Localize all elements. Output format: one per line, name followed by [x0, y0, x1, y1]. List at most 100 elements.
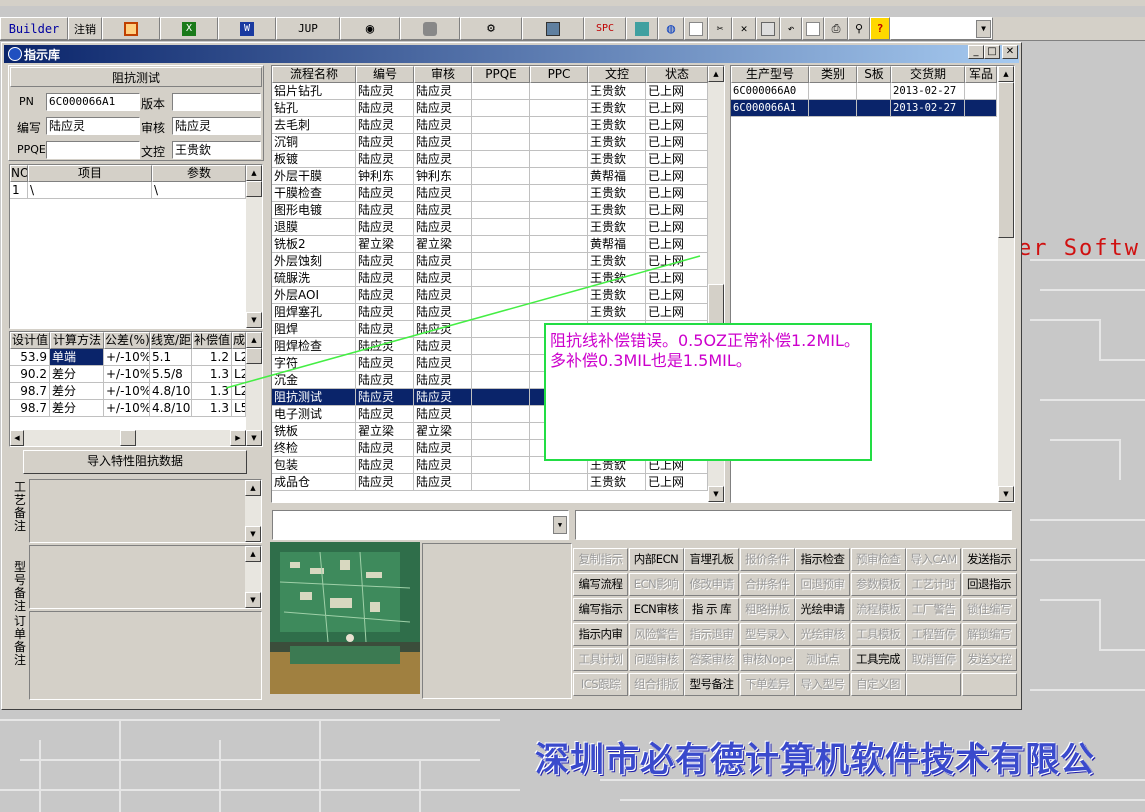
action-button[interactable]: 工具完成	[850, 648, 906, 671]
cut-icon[interactable]: ✂	[708, 17, 732, 40]
action-button[interactable]: 型号录入	[739, 623, 795, 646]
action-button[interactable]: 参数模板	[850, 573, 906, 596]
find-icon[interactable]: ⚲	[848, 17, 870, 40]
scroll-thumb[interactable]	[246, 348, 262, 364]
action-button[interactable]: 指示内审	[573, 623, 628, 646]
action-button[interactable]: 光绘申请	[795, 598, 850, 621]
chevron-down-icon[interactable]: ▼	[976, 19, 991, 38]
builder-button[interactable]: Builder	[0, 17, 68, 40]
model-vscroll[interactable]: ▲ ▼	[998, 66, 1014, 502]
action-button[interactable]: 光绘审核	[795, 623, 850, 646]
action-button[interactable]: 答案审核	[684, 648, 739, 671]
window-titlebar[interactable]: 指示库	[4, 45, 1019, 63]
action-button[interactable]: ECN审核	[628, 598, 684, 621]
main-menu-bar[interactable]	[0, 0, 1145, 6]
action-button[interactable]: 风险警告	[628, 623, 684, 646]
action-button[interactable]: 指示检查	[795, 548, 850, 571]
action-button[interactable]: ECN影响	[628, 573, 684, 596]
close-icon[interactable]: ✕	[1002, 45, 1018, 59]
excel-icon[interactable]: X	[160, 17, 218, 40]
print-icon[interactable]: ⎙	[824, 17, 848, 40]
table-row[interactable]: 1 \ \	[10, 182, 262, 199]
action-button[interactable]: ICS跟踪	[573, 673, 628, 696]
table-row[interactable]: 外层蚀刻 陆应灵 陆应灵 王贵欽 已上网	[272, 253, 724, 270]
pn-field[interactable]: 6C000066A1	[46, 93, 140, 111]
preview-icon[interactable]	[802, 17, 824, 40]
scroll-down-icon[interactable]: ▼	[246, 312, 262, 328]
doc-control-field[interactable]: 王贵欽	[172, 141, 261, 159]
action-button[interactable]: 组合排版	[628, 673, 684, 696]
action-button[interactable]: 内部ECN	[628, 548, 684, 571]
action-button[interactable]: 回退预审	[795, 573, 850, 596]
import-impedance-button[interactable]: 导入特性阻抗数据	[23, 450, 247, 474]
table-row[interactable]: 钻孔 陆应灵 陆应灵 王贵欽 已上网	[272, 100, 724, 117]
scroll-up-icon[interactable]: ▲	[998, 66, 1014, 82]
table-row[interactable]: 外层AOI 陆应灵 陆应灵 王贵欽 已上网	[272, 287, 724, 304]
action-button[interactable]	[961, 673, 1017, 696]
calculator-icon[interactable]	[626, 17, 658, 40]
action-button[interactable]: 合拼条件	[739, 573, 795, 596]
table-row[interactable]: 外层干膜 钟利东 钟利东 黄帮福 已上网	[272, 168, 724, 185]
table-row[interactable]: 6C000066A1 2013-02-27	[731, 100, 1014, 117]
action-button[interactable]: 解锁编写	[961, 623, 1017, 646]
spc-button[interactable]: SPC	[584, 17, 626, 40]
scroll-up-icon[interactable]: ▲	[245, 546, 261, 562]
action-button[interactable]: 盲埋孔板	[684, 548, 739, 571]
action-button[interactable]: 工具模板	[850, 623, 906, 646]
scroll-thumb[interactable]	[998, 82, 1014, 238]
action-button[interactable]: 导入型号	[795, 673, 850, 696]
author-field[interactable]: 陆应灵	[46, 117, 140, 135]
action-button[interactable]: 编写指示	[573, 598, 628, 621]
table-row[interactable]: 板镀 陆应灵 陆应灵 王贵欽 已上网	[272, 151, 724, 168]
table-row[interactable]: 6C000066A0 2013-02-27	[731, 83, 1014, 100]
action-button[interactable]: 指示退审	[684, 623, 739, 646]
table-row[interactable]: 铣板2 翟立梁 翟立梁 黄帮福 已上网	[272, 236, 724, 253]
table-row[interactable]: 干膜检查 陆应灵 陆应灵 王贵欽 已上网	[272, 185, 724, 202]
memo-vscroll[interactable]: ▲ ▼	[245, 480, 261, 542]
flow-note-combo[interactable]: ▼	[272, 510, 569, 540]
jup-button[interactable]: JUP	[276, 17, 340, 40]
action-button[interactable]: 锁住编写	[961, 598, 1017, 621]
action-button[interactable]: 复制指示	[573, 548, 628, 571]
logout-button[interactable]: 注销	[68, 17, 102, 40]
impedance-hscroll[interactable]: ◀ ▶	[10, 430, 246, 446]
scroll-up-icon[interactable]: ▲	[246, 165, 262, 181]
action-button[interactable]: 粗略拼板	[739, 598, 795, 621]
delete-icon[interactable]: ✕	[732, 17, 756, 40]
action-button[interactable]: 修改申请	[684, 573, 739, 596]
table-row[interactable]: 98.7差分+/-10%4.8/10.1.3L2	[10, 383, 262, 400]
scroll-down-icon[interactable]: ▼	[245, 526, 261, 542]
database-icon[interactable]	[400, 17, 460, 40]
version-field[interactable]	[172, 93, 261, 111]
ppqe-field[interactable]	[46, 141, 140, 159]
tools-icon[interactable]: ⚙	[460, 17, 522, 40]
action-button[interactable]: 测试点	[795, 648, 850, 671]
table-row[interactable]: 退膜 陆应灵 陆应灵 王贵欽 已上网	[272, 219, 724, 236]
action-button[interactable]: 发送指示	[961, 548, 1017, 571]
action-button[interactable]: 工艺计时	[906, 573, 961, 596]
action-button[interactable]: 工厂警告	[906, 598, 961, 621]
action-button[interactable]: 工具计划	[573, 648, 628, 671]
action-button[interactable]: 下单差异	[739, 673, 795, 696]
scroll-down-icon[interactable]: ▼	[708, 486, 724, 502]
undo-icon[interactable]: ↶	[780, 17, 802, 40]
scroll-thumb[interactable]	[246, 181, 262, 197]
scroll-up-icon[interactable]: ▲	[246, 332, 262, 348]
table-row[interactable]: 成品仓 陆应灵 陆应灵 王贵欽 已上网	[272, 474, 724, 491]
action-button[interactable]: 报价条件	[739, 548, 795, 571]
scroll-down-icon[interactable]: ▼	[245, 592, 261, 608]
order-memo-field[interactable]	[29, 611, 262, 700]
table-row[interactable]: 53.9单端+/-10%5.11.2L2	[10, 349, 262, 366]
action-button[interactable]: 工程暂停	[906, 623, 961, 646]
table-row[interactable]: 铝片钻孔 陆应灵 陆应灵 王贵欽 已上网	[272, 83, 724, 100]
table-row[interactable]: 沉铜 陆应灵 陆应灵 王贵欽 已上网	[272, 134, 724, 151]
table-row[interactable]: 去毛刺 陆应灵 陆应灵 王贵欽 已上网	[272, 117, 724, 134]
action-button[interactable]: 导入CAM	[906, 548, 961, 571]
action-button[interactable]: 型号备注	[684, 673, 739, 696]
scroll-right-icon[interactable]: ▶	[230, 430, 246, 446]
globe-icon[interactable]: ◍	[658, 17, 684, 40]
flow-note-input[interactable]	[575, 510, 1012, 540]
eye-icon[interactable]: ◉	[340, 17, 400, 40]
table-row[interactable]: 90.2差分+/-10%5.5/81.3L2	[10, 366, 262, 383]
model-memo-field[interactable]: ▲ ▼	[29, 545, 262, 609]
